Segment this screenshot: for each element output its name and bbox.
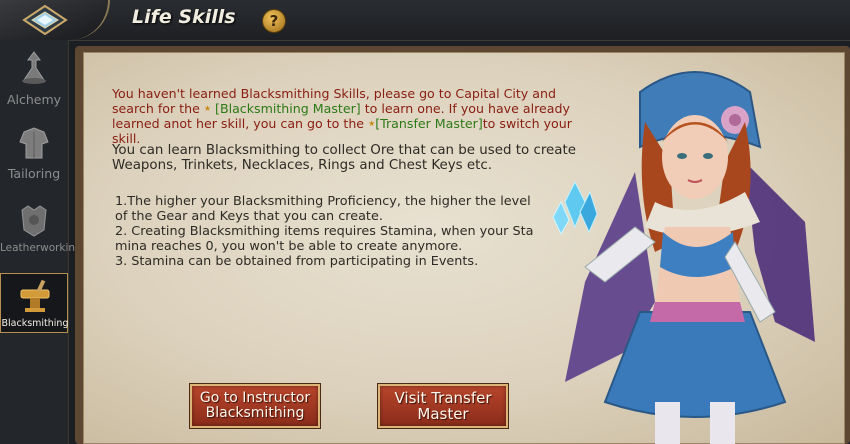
- unlearned-notice: You haven't learned Blacksmithing Skills…: [112, 86, 582, 146]
- top-bar: Life Skills ?: [0, 0, 850, 41]
- back-button[interactable]: [0, 0, 110, 40]
- button-label-line: Master: [417, 405, 469, 423]
- button-label-line: Go to Instructor: [199, 390, 311, 406]
- rule-item: 2. Creating Blacksmithing items requires…: [115, 224, 534, 254]
- sidebar-item-leatherworking[interactable]: Leatherworking: [0, 196, 82, 266]
- leatherworking-icon: [21, 205, 47, 237]
- sidebar-item-label: Blacksmithing: [1, 318, 69, 329]
- sidebar-item-label: Tailoring: [7, 166, 61, 181]
- transfer-master-link[interactable]: [Transfer Master]: [375, 116, 482, 131]
- page-title: Life Skills: [132, 6, 236, 28]
- sidebar-item-alchemy[interactable]: Alchemy: [0, 44, 68, 114]
- sidebar-item-label: Leatherworking: [0, 242, 82, 254]
- blacksmithing-icon: [20, 279, 50, 312]
- blacksmithing-master-link[interactable]: [Blacksmithing Master]: [215, 101, 361, 116]
- skill-description: You can learn Blacksmithing to collect O…: [112, 143, 576, 173]
- sidebar-item-blacksmithing[interactable]: Blacksmithing: [0, 273, 68, 333]
- alchemy-icon: [22, 51, 46, 84]
- rules-list: 1.The higher your Blacksmithing Proficie…: [115, 194, 543, 269]
- tailoring-icon: [19, 127, 49, 159]
- visit-transfer-master-button[interactable]: Visit Transfer Master: [378, 384, 508, 428]
- sidebar-item-tailoring[interactable]: Tailoring: [0, 120, 68, 190]
- rule-item: 1.The higher your Blacksmithing Proficie…: [115, 194, 531, 224]
- button-label-line: Blacksmithing: [205, 405, 305, 421]
- help-button[interactable]: ?: [262, 9, 286, 33]
- back-arrow-icon: [22, 4, 68, 36]
- rule-item: 3. Stamina can be obtained from particip…: [115, 254, 479, 269]
- go-to-instructor-button[interactable]: Go to Instructor Blacksmithing: [190, 384, 320, 428]
- button-label-line: Visit Transfer: [394, 389, 492, 407]
- sidebar: Alchemy Tailoring Leatherworking Blacksm…: [0, 40, 82, 444]
- sidebar-item-label: Alchemy: [6, 92, 62, 107]
- star-icon: ★: [203, 104, 212, 113]
- character-illustration: [552, 71, 815, 444]
